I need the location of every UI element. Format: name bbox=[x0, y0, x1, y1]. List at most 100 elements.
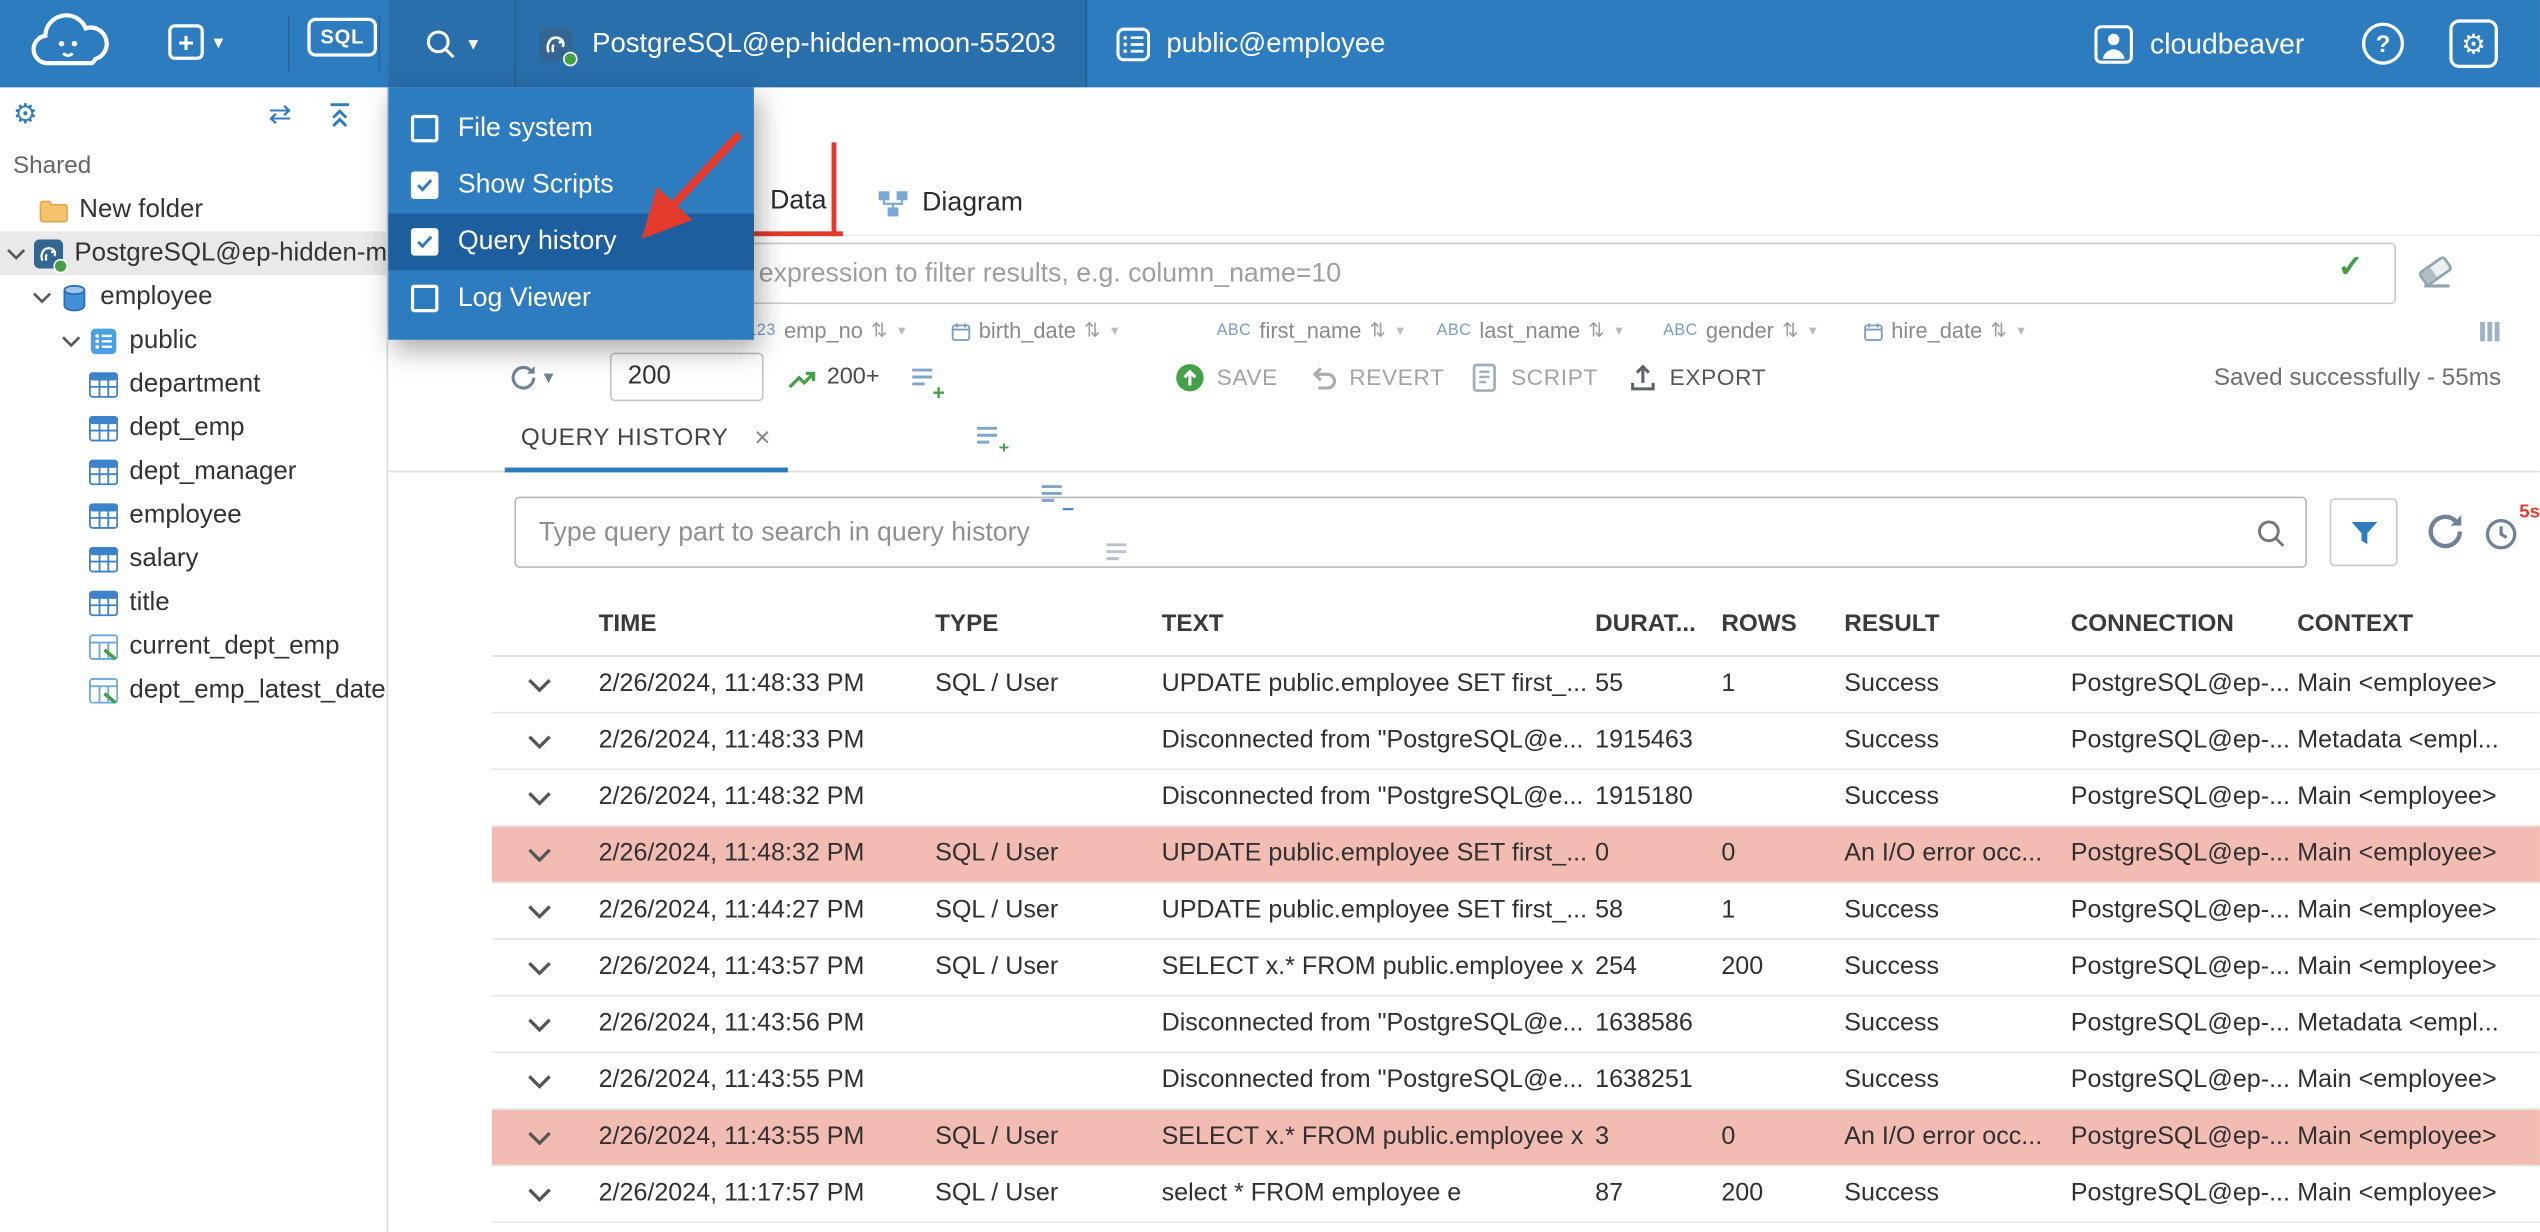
query-history-row[interactable]: 2/26/2024, 11:48:32 PM Disconnected from… bbox=[491, 770, 2540, 827]
menu-item-label: Query history bbox=[457, 226, 617, 256]
bottom-panel-tabs: QUERY HISTORY × bbox=[388, 408, 2540, 473]
user-menu-button[interactable]: cloudbeaver bbox=[2093, 0, 2304, 87]
menu-item-query-history[interactable]: Query history bbox=[388, 213, 754, 271]
filter-icon: ▼ bbox=[1393, 323, 1407, 339]
column-header: RESULT bbox=[1844, 609, 1940, 638]
tree-item-table[interactable]: salary bbox=[0, 537, 387, 581]
search-input[interactable] bbox=[516, 498, 2306, 567]
expand-chevron-icon[interactable] bbox=[527, 677, 551, 692]
columns-config-icon[interactable] bbox=[2478, 320, 2501, 343]
sql-editor-button[interactable]: SQL bbox=[307, 17, 378, 57]
new-connection-button[interactable]: + ▾ bbox=[168, 24, 223, 60]
clear-filter-button[interactable] bbox=[2414, 249, 2463, 298]
chevron-down-icon[interactable] bbox=[61, 334, 80, 347]
tree-item-schema[interactable]: public bbox=[0, 319, 387, 363]
export-button[interactable]: EXPORT bbox=[1628, 348, 1767, 406]
apply-filter-button[interactable]: ✓ bbox=[2338, 252, 2364, 283]
settings-button[interactable]: ⚙ bbox=[2449, 19, 2498, 68]
revert-button[interactable]: REVERT bbox=[1307, 348, 1444, 406]
cell-result: Success bbox=[1844, 1009, 1940, 1038]
grid-column-header[interactable]: birth_date ⇅ ▼ bbox=[951, 317, 1121, 345]
grid-column-header[interactable]: hire_date ⇅ ▼ bbox=[1864, 317, 2028, 345]
expand-chevron-icon[interactable] bbox=[527, 1187, 551, 1202]
menu-item-log-viewer[interactable]: Log Viewer bbox=[388, 270, 754, 327]
filter-history-button[interactable] bbox=[2329, 498, 2398, 567]
query-history-row[interactable]: 2/26/2024, 11:44:27 PM SQL / User UPDATE… bbox=[491, 883, 2540, 940]
filter-icon: ▼ bbox=[2014, 323, 2028, 339]
refresh-history-button[interactable] bbox=[2423, 510, 2467, 554]
grid-column-header[interactable]: ABC last_name ⇅ ▼ bbox=[1437, 317, 1626, 345]
tree-item-new-folder[interactable]: New folder bbox=[0, 188, 387, 232]
expand-chevron-icon[interactable] bbox=[527, 734, 551, 749]
tree-item-view[interactable]: current_dept_emp bbox=[0, 624, 387, 668]
tools-menu-button[interactable]: ▾ bbox=[388, 0, 515, 88]
save-button[interactable]: SAVE bbox=[1175, 348, 1278, 406]
grid-column-header[interactable]: 123 emp_no ⇅ ▼ bbox=[747, 317, 908, 345]
tree-item-database[interactable]: employee bbox=[0, 275, 387, 319]
tree-item-table[interactable]: employee bbox=[0, 493, 387, 537]
sort-icon: ⇅ bbox=[1588, 318, 1605, 342]
sync-editor-button[interactable]: ⇄ bbox=[269, 100, 292, 128]
tree-item-table[interactable]: dept_emp bbox=[0, 406, 387, 450]
column-type-label: ABC bbox=[1436, 321, 1472, 340]
expand-chevron-icon[interactable] bbox=[527, 1017, 551, 1032]
query-history-row-error[interactable]: 2/26/2024, 11:48:32 PM SQL / User UPDATE… bbox=[491, 826, 2540, 884]
schema-selector[interactable]: public@employee bbox=[1116, 0, 1385, 87]
expand-chevron-icon[interactable] bbox=[527, 847, 551, 862]
script-label: SCRIPT bbox=[1511, 364, 1598, 390]
help-button[interactable]: ? bbox=[2361, 22, 2405, 65]
expand-chevron-icon[interactable] bbox=[527, 1073, 551, 1088]
collapse-all-button[interactable] bbox=[327, 102, 353, 128]
row-limit-input[interactable] bbox=[609, 352, 764, 402]
tree-item-view[interactable]: dept_emp_latest_date bbox=[0, 668, 387, 712]
refresh-data-button[interactable]: ▾ bbox=[508, 348, 553, 406]
tools-dropdown-menu: File system Show Scripts Query history L… bbox=[388, 87, 754, 340]
cell-connection: PostgreSQL@ep-... bbox=[2070, 1066, 2290, 1094]
check-icon bbox=[416, 178, 434, 193]
query-history-row-error[interactable]: 2/26/2024, 11:43:55 PM SQL / User SELECT… bbox=[491, 1109, 2540, 1167]
filter-expression-input[interactable] bbox=[737, 242, 2396, 305]
query-history-row[interactable]: 2/26/2024, 11:43:56 PM Disconnected from… bbox=[491, 997, 2540, 1054]
checkbox-unchecked bbox=[410, 114, 439, 143]
menu-item-label: Show Scripts bbox=[457, 169, 614, 199]
expand-chevron-icon[interactable] bbox=[527, 790, 551, 805]
eraser-icon bbox=[2414, 249, 2456, 291]
menu-item-file-system[interactable]: File system bbox=[388, 100, 754, 157]
revert-icon bbox=[1307, 362, 1338, 393]
expand-chevron-icon[interactable] bbox=[527, 904, 551, 919]
tree-item-table[interactable]: dept_manager bbox=[0, 450, 387, 494]
tree-item-table[interactable]: department bbox=[0, 362, 387, 406]
tab-diagram[interactable]: Diagram bbox=[861, 170, 1040, 236]
fetch-more-button[interactable]: 200+ bbox=[786, 348, 880, 406]
database-tree: New folder PostgreSQL@ep-hidden-moon-552… bbox=[0, 188, 387, 712]
cell-connection: PostgreSQL@ep-... bbox=[2070, 726, 2290, 754]
add-row-button[interactable]: + bbox=[903, 348, 945, 406]
query-history-row[interactable]: 2/26/2024, 11:48:33 PM SQL / User UPDATE… bbox=[491, 657, 2540, 714]
tree-item-table[interactable]: title bbox=[0, 581, 387, 625]
grid-column-header[interactable]: ABC gender ⇅ ▼ bbox=[1663, 317, 1819, 345]
chevron-down-icon[interactable] bbox=[6, 247, 25, 260]
cell-type: SQL / User bbox=[935, 896, 1059, 924]
script-button[interactable]: SCRIPT bbox=[1469, 348, 1598, 406]
chevron-down-icon[interactable] bbox=[32, 290, 51, 303]
query-history-row[interactable]: 2/26/2024, 11:17:57 PM SQL / User select… bbox=[491, 1166, 2540, 1224]
filter-icon: ▼ bbox=[1612, 323, 1626, 339]
query-history-row[interactable]: 2/26/2024, 11:43:57 PM SQL / User SELECT… bbox=[491, 940, 2540, 997]
expand-chevron-icon[interactable] bbox=[527, 960, 551, 975]
auto-refresh-button[interactable]: 5s bbox=[2482, 503, 2540, 557]
query-history-row[interactable]: 2/26/2024, 11:48:33 PM Disconnected from… bbox=[491, 713, 2540, 771]
cell-result: Success bbox=[1844, 726, 1940, 754]
tree-item-label: department bbox=[129, 369, 261, 398]
query-history-row[interactable]: 2/26/2024, 11:43:55 PM Disconnected from… bbox=[491, 1053, 2540, 1110]
menu-item-show-scripts[interactable]: Show Scripts bbox=[388, 157, 754, 214]
expand-chevron-icon[interactable] bbox=[527, 1130, 551, 1145]
connection-selector[interactable]: PostgreSQL@ep-hidden-moon-55203 bbox=[514, 0, 1088, 88]
column-header: CONNECTION bbox=[2070, 609, 2234, 638]
cell-context: Main <employee> bbox=[2297, 783, 2497, 811]
navigator-settings-button[interactable]: ⚙ bbox=[13, 100, 38, 128]
tree-item-connection[interactable]: PostgreSQL@ep-hidden-moon-55203 bbox=[0, 231, 387, 276]
close-icon[interactable]: × bbox=[754, 424, 771, 452]
grid-column-header[interactable]: ABC first_name ⇅ ▼ bbox=[1217, 317, 1407, 345]
tab-data[interactable]: Data bbox=[753, 170, 843, 237]
tab-query-history[interactable]: QUERY HISTORY × bbox=[504, 408, 788, 473]
